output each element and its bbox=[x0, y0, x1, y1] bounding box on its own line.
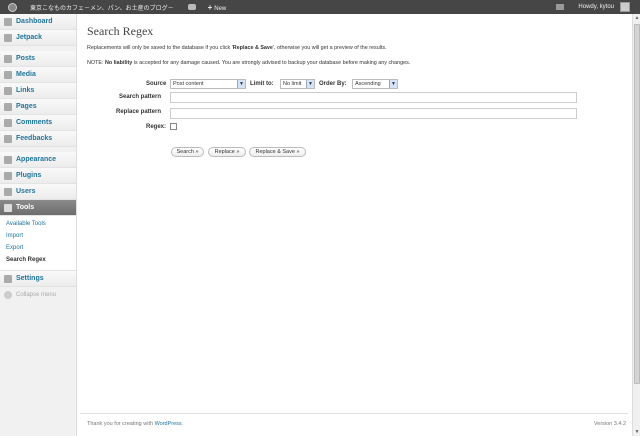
note-text: is accepted for any damage caused. You a… bbox=[132, 60, 411, 66]
order-label: Order By: bbox=[319, 81, 347, 87]
sidebar-item-dashboard[interactable]: Dashboard bbox=[0, 14, 76, 30]
updates-icon[interactable] bbox=[556, 4, 565, 10]
sidebar-item-plugins[interactable]: Plugins bbox=[0, 168, 76, 184]
sidebar-item-label: Appearance bbox=[16, 156, 57, 163]
regex-label: Regex: bbox=[146, 124, 167, 130]
submenu-search-regex[interactable]: Search Regex bbox=[0, 254, 76, 266]
sidebar-item-label: Feedbacks bbox=[16, 135, 53, 142]
sidebar-item-label: Posts bbox=[16, 55, 36, 62]
replace-save-button[interactable]: Replace & Save » bbox=[249, 147, 306, 157]
sidebar-item-jetpack[interactable]: Jetpack bbox=[0, 30, 76, 46]
settings-icon bbox=[4, 274, 12, 283]
scroll-up-icon[interactable]: ▲ bbox=[633, 14, 640, 22]
comment-bubble-icon[interactable] bbox=[187, 4, 196, 10]
howdy-user-link[interactable]: Howdy, kytou bbox=[578, 4, 614, 10]
intro-text-end: ', otherwise you will get a preview of t… bbox=[272, 45, 387, 51]
scrollbar[interactable]: ▲ ▼ bbox=[632, 14, 640, 436]
page-title: Search Regex bbox=[87, 24, 154, 38]
jetpack-icon bbox=[4, 33, 12, 42]
sidebar-item-tools[interactable]: Tools bbox=[0, 200, 76, 216]
source-label: Source bbox=[146, 81, 167, 87]
note-prefix: NOTE: bbox=[87, 60, 105, 66]
sidebar-item-pages[interactable]: Pages bbox=[0, 99, 76, 115]
submenu-export[interactable]: Export bbox=[0, 242, 76, 254]
link-icon bbox=[4, 86, 12, 95]
avatar[interactable] bbox=[620, 2, 630, 12]
feedback-icon bbox=[4, 134, 12, 143]
wordpress-link[interactable]: WordPress bbox=[155, 421, 182, 427]
sidebar-item-label: Links bbox=[16, 87, 35, 94]
wordpress-logo-icon[interactable] bbox=[4, 0, 20, 14]
submenu-available-tools[interactable]: Available Tools bbox=[0, 218, 76, 230]
limit-value: No limit bbox=[283, 81, 302, 87]
intro-text-start: Replacements will only be saved to the d… bbox=[87, 45, 233, 51]
intro-text: Replacements will only be saved to the d… bbox=[87, 45, 387, 51]
footer-thanks: Thank you for creating with WordPress. bbox=[87, 421, 183, 427]
footer-version: Version 3.4.2 bbox=[593, 421, 626, 427]
search-pattern-label: Search pattern bbox=[119, 94, 162, 100]
pin-icon bbox=[4, 54, 12, 63]
admin-bar: 東京こなものカフェ－メン、パン、お土産のブログ－ + New Howdy, kyt… bbox=[0, 0, 640, 14]
footer-divider bbox=[80, 413, 628, 414]
site-name-link[interactable]: 東京こなものカフェ－メン、パン、お土産のブログ－ bbox=[30, 3, 174, 12]
media-icon bbox=[4, 70, 12, 79]
sidebar-item-label: Users bbox=[16, 188, 36, 195]
appearance-icon bbox=[4, 155, 12, 164]
sidebar-item-label: Settings bbox=[16, 275, 44, 282]
order-value: Ascending bbox=[355, 81, 381, 87]
sidebar-item-users[interactable]: Users bbox=[0, 184, 76, 200]
tools-submenu: Available Tools Import Export Search Reg… bbox=[0, 216, 76, 271]
note-bold: No liability bbox=[104, 60, 133, 66]
sidebar-item-label: Plugins bbox=[16, 172, 42, 179]
regex-checkbox[interactable] bbox=[170, 123, 177, 130]
scroll-down-icon[interactable]: ▼ bbox=[633, 428, 640, 436]
source-value: Post content bbox=[173, 81, 204, 87]
new-label: New bbox=[214, 5, 227, 12]
order-select[interactable]: Ascending ▼ bbox=[352, 79, 398, 89]
replace-pattern-input[interactable] bbox=[170, 108, 577, 119]
search-pattern-input[interactable] bbox=[170, 92, 577, 103]
sidebar-item-label: Pages bbox=[16, 103, 37, 110]
search-button[interactable]: Search » bbox=[171, 147, 204, 157]
admin-sidebar: Dashboard Jetpack Posts Media Links Page… bbox=[0, 14, 77, 436]
submenu-import[interactable]: Import bbox=[0, 230, 76, 242]
main-content: Search Regex Replacements will only be s… bbox=[87, 14, 627, 414]
sidebar-item-media[interactable]: Media bbox=[0, 67, 76, 83]
replace-button[interactable]: Replace » bbox=[208, 147, 246, 157]
chevron-down-icon: ▼ bbox=[306, 80, 314, 88]
plus-icon: + bbox=[207, 2, 213, 12]
sidebar-item-label: Tools bbox=[16, 204, 35, 211]
sidebar-item-label: Media bbox=[16, 71, 36, 78]
sidebar-item-appearance[interactable]: Appearance bbox=[0, 152, 76, 168]
source-select[interactable]: Post content ▼ bbox=[170, 79, 246, 89]
tools-icon bbox=[4, 203, 12, 212]
sidebar-item-links[interactable]: Links bbox=[0, 83, 76, 99]
intro-bold: Replace & Save bbox=[232, 45, 273, 51]
dashboard-icon bbox=[4, 17, 12, 26]
collapse-arrow-icon bbox=[4, 291, 12, 299]
sidebar-item-posts[interactable]: Posts bbox=[0, 51, 76, 67]
plugin-icon bbox=[4, 171, 12, 180]
footer-thanks-text: Thank you for creating with bbox=[87, 421, 155, 427]
limit-select[interactable]: No limit ▼ bbox=[280, 79, 315, 89]
sidebar-item-label: Jetpack bbox=[16, 34, 43, 41]
chevron-down-icon: ▼ bbox=[237, 80, 245, 88]
comment-icon bbox=[4, 118, 12, 127]
replace-pattern-label: Replace pattern bbox=[116, 109, 162, 115]
sidebar-item-label: Comments bbox=[16, 119, 53, 126]
sidebar-item-settings[interactable]: Settings bbox=[0, 271, 76, 287]
new-content-link[interactable]: + New bbox=[208, 3, 227, 12]
collapse-label: Collapse menu bbox=[16, 292, 57, 298]
sidebar-item-comments[interactable]: Comments bbox=[0, 115, 76, 131]
collapse-menu-button[interactable]: Collapse menu bbox=[0, 287, 76, 303]
sidebar-item-label: Dashboard bbox=[16, 18, 53, 25]
liability-note: NOTE: No liability is accepted for any d… bbox=[87, 60, 410, 66]
page-icon bbox=[4, 102, 12, 111]
footer-period: . bbox=[181, 421, 184, 427]
sidebar-item-feedbacks[interactable]: Feedbacks bbox=[0, 131, 76, 147]
limit-label: Limit to: bbox=[250, 81, 274, 87]
chevron-down-icon: ▼ bbox=[389, 80, 397, 88]
users-icon bbox=[4, 187, 12, 196]
scrollbar-thumb[interactable] bbox=[634, 24, 640, 384]
